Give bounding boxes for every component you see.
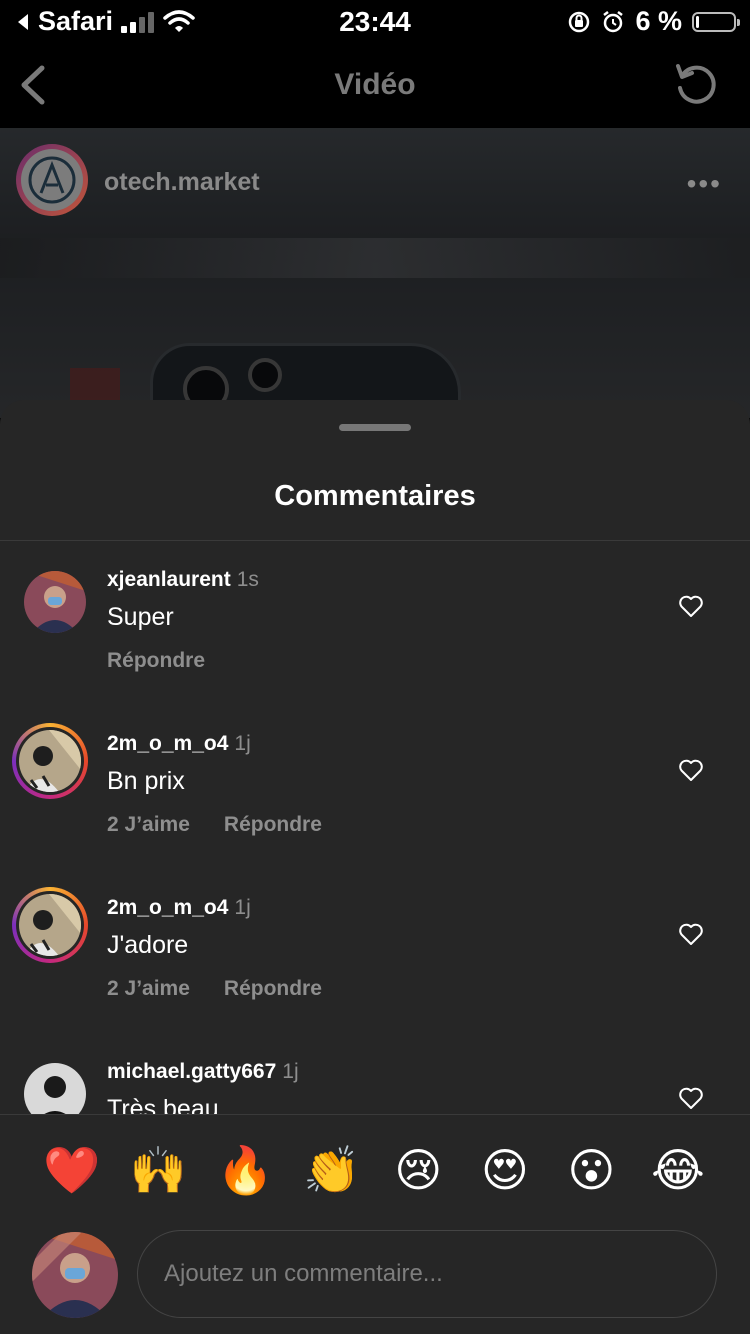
avatar[interactable] [24,571,86,633]
heart-icon[interactable] [678,757,704,783]
comment-item: michael.gatty667 1j Très beau [0,1033,750,1114]
comment-username[interactable]: michael.gatty667 1j [107,1060,299,1084]
avatar[interactable] [12,887,88,963]
emoji-heart[interactable]: ❤️ [40,1138,104,1202]
comment-text: Très beau [107,1095,219,1114]
comment-item: xjeanlaurent 1s Super Répondre [0,541,750,705]
comment-list[interactable]: xjeanlaurent 1s Super Répondre 2m_o_m_o4… [0,541,750,1114]
reply-button[interactable]: Répondre [107,649,205,673]
screen: Safari 23:44 6 % Vidéo otech.market ••• … [0,0,750,1334]
user-photo [19,894,81,956]
refresh-icon[interactable] [672,60,720,108]
comment-username[interactable]: 2m_o_m_o4 1j [107,732,251,756]
comment-username[interactable]: xjeanlaurent 1s [107,568,259,592]
likes-count[interactable]: 2 J’aime [107,977,190,1001]
alarm-icon [603,10,624,32]
video-player[interactable]: otech.market ••• [0,128,750,418]
comment-text: Bn prix [107,767,185,795]
heart-icon[interactable] [678,1085,704,1111]
user-photo [24,1063,86,1114]
comment-actions: 2 J’aime Répondre [107,813,322,837]
emoji-raised-hands[interactable]: 🙌 [127,1138,191,1202]
page-title: Vidéo [334,68,416,101]
comment-text: Super [107,603,174,631]
poster-avatar[interactable] [16,144,88,216]
quick-emoji-bar: ❤️ 🙌 🔥 👏 😢 😍 😮 😂 [0,1138,750,1202]
more-options-icon[interactable]: ••• [687,168,722,200]
user-photo [32,1232,118,1318]
emoji-heart-eyes[interactable]: 😍 [473,1138,537,1202]
comment-time: 1j [234,732,251,755]
user-photo [24,571,86,633]
sheet-title: Commentaires [274,480,476,512]
status-bar: Safari 23:44 6 % [0,0,750,42]
reply-button[interactable]: Répondre [224,813,322,837]
comments-sheet: Commentaires xjeanlaurent 1s Super Répon… [0,400,750,1334]
comment-actions: 2 J’aime Répondre [107,977,322,1001]
user-photo [19,730,81,792]
battery-icon [692,11,740,32]
sheet-grabber[interactable] [339,424,411,431]
divider [0,1114,750,1115]
reply-button[interactable]: Répondre [224,977,322,1001]
comment-actions: Répondre [107,649,205,673]
emoji-clapping[interactable]: 👏 [300,1138,364,1202]
comment-time: 1s [236,568,259,591]
avatar[interactable] [12,723,88,799]
otech-logo-icon [28,156,76,204]
status-right: 6 % [567,6,740,37]
emoji-fire[interactable]: 🔥 [213,1138,277,1202]
comment-username[interactable]: 2m_o_m_o4 1j [107,896,251,920]
comment-item: 2m_o_m_o4 1j Bn prix 2 J’aime Répondre [0,705,750,869]
comment-time: 1j [282,1060,299,1083]
nav-bar: Vidéo [0,42,750,128]
orientation-lock-icon [569,11,590,32]
battery-percent: 6 % [635,6,682,36]
heart-icon[interactable] [678,921,704,947]
avatar[interactable] [24,1063,86,1114]
comment-input[interactable] [137,1230,717,1318]
emoji-laughing[interactable]: 😂 [646,1138,710,1202]
comment-item: 2m_o_m_o4 1j J'adore 2 J’aime Répondre [0,869,750,1033]
poster-username[interactable]: otech.market [104,168,260,197]
comment-time: 1j [234,896,251,919]
comment-text: J'adore [107,931,189,959]
emoji-surprised[interactable]: 😮 [559,1138,623,1202]
emoji-crying[interactable]: 😢 [386,1138,450,1202]
my-avatar[interactable] [32,1232,118,1318]
likes-count[interactable]: 2 J’aime [107,813,190,837]
heart-icon[interactable] [678,593,704,619]
